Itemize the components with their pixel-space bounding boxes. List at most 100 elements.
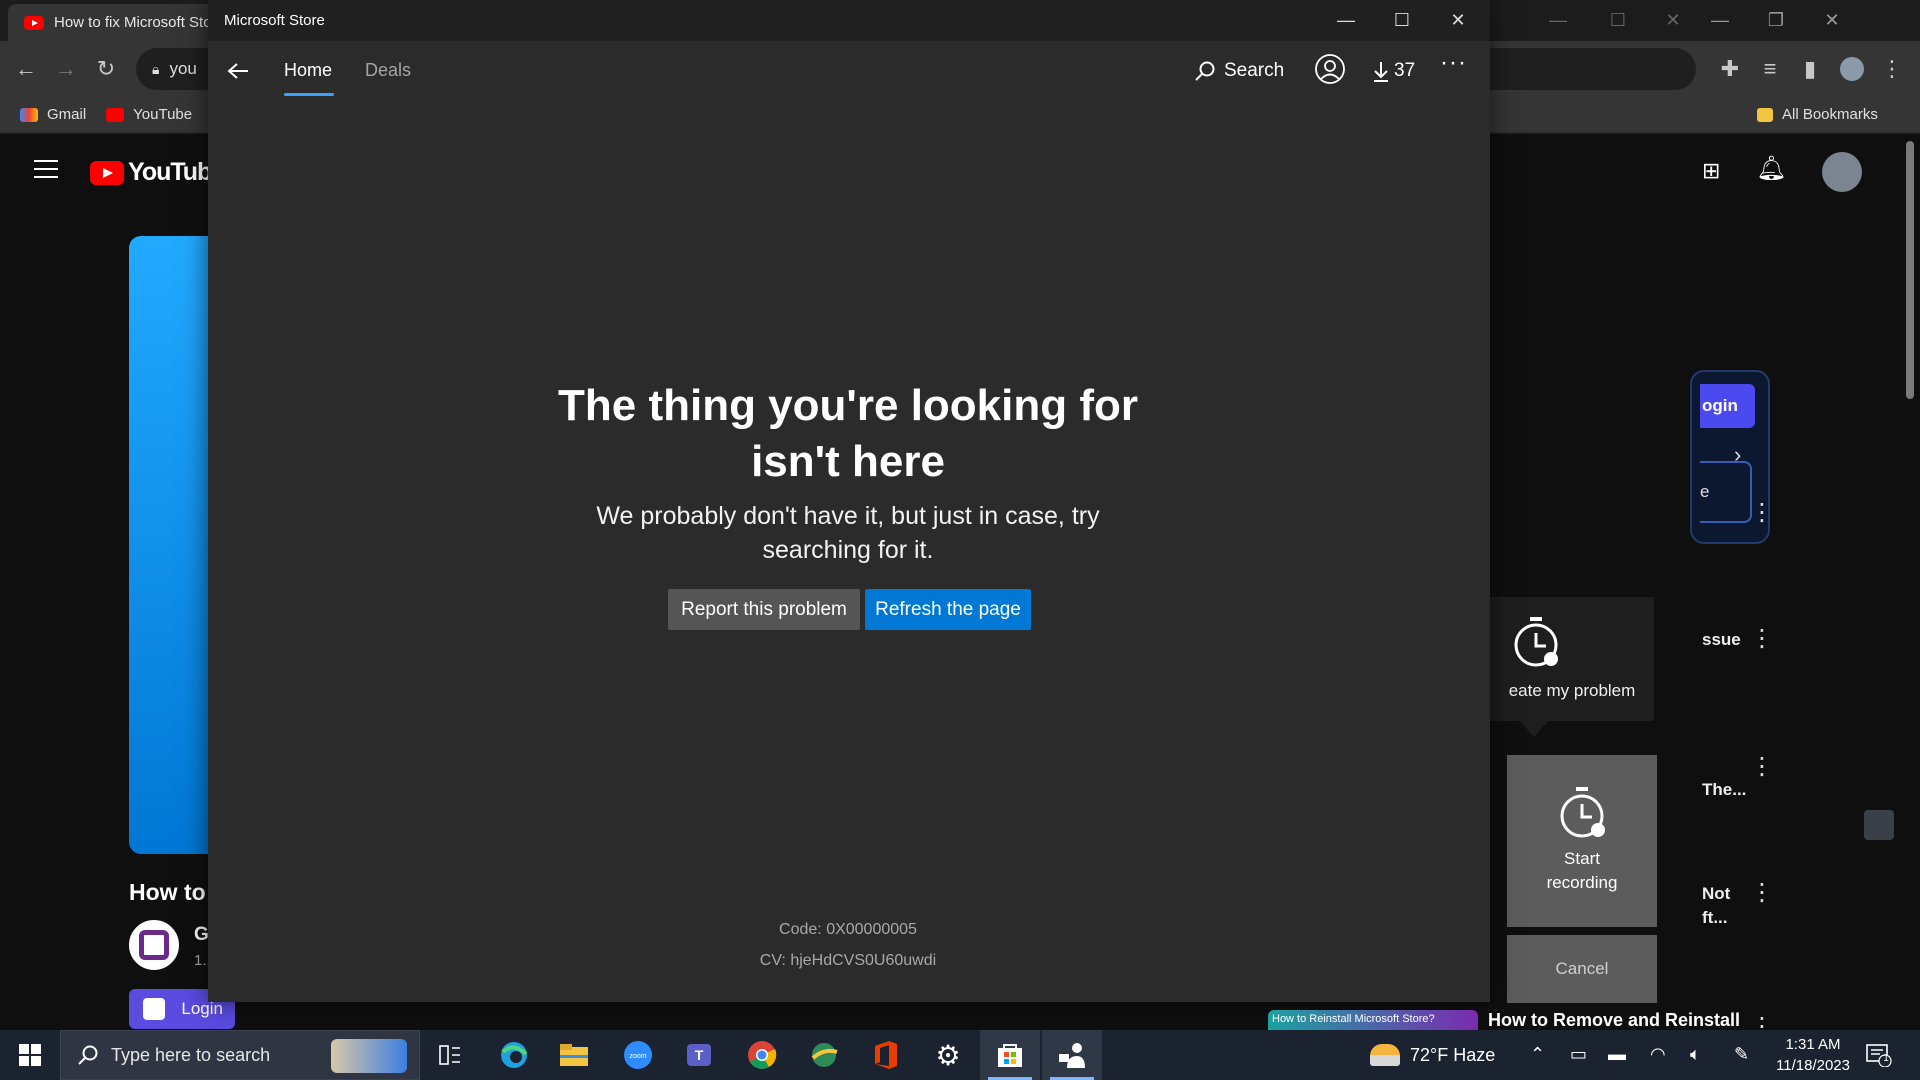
all-bookmarks[interactable]: All Bookmarks [1757, 106, 1878, 123]
chrome-close-button[interactable]: ✕ [1804, 0, 1860, 41]
bookmark-gmail-label: Gmail [47, 106, 87, 123]
login-bottom-label: Login [181, 999, 223, 1018]
channel-name[interactable]: G [194, 924, 209, 946]
address-bar-text: you [169, 59, 197, 78]
reload-icon[interactable]: ↻ [88, 51, 124, 87]
notifications-bell-icon[interactable]: 🔔︎ [1756, 154, 1786, 183]
report-problem-button[interactable]: Report this problem [668, 589, 860, 630]
more-options-icon[interactable]: ⋮ [1750, 755, 1774, 779]
youtube-icon [106, 107, 125, 122]
refresh-page-button[interactable]: Refresh the page [865, 589, 1031, 630]
start-recording-label-line1: Start [1564, 849, 1600, 868]
taskbar-internet-download-manager[interactable] [794, 1030, 854, 1080]
taskbar-clock[interactable]: 1:31 AM 11/18/2023 [1770, 1034, 1856, 1076]
channel-meta: 1. [194, 952, 207, 969]
suggested-video-title-bottom[interactable]: How to Remove and Reinstall [1488, 1010, 1740, 1031]
minimized-player-icon[interactable] [1864, 810, 1894, 840]
media-queue-icon[interactable]: ≡ [1752, 51, 1788, 87]
start-button[interactable] [0, 1030, 60, 1080]
chrome-menu-icon[interactable]: ⋮ [1874, 51, 1910, 87]
store-maximize-button[interactable]: ☐ [1374, 0, 1430, 41]
weather-haze-icon [1370, 1044, 1400, 1066]
suggested-video-title-1[interactable]: ssue [1702, 630, 1741, 650]
action-center-button[interactable]: 1 [1866, 1043, 1892, 1072]
youtube-favicon-icon [24, 15, 44, 30]
task-view-button[interactable] [420, 1030, 480, 1080]
chevron-right-icon[interactable]: › [1734, 442, 1741, 468]
taskbar-search-box[interactable]: Type here to search [60, 1030, 420, 1080]
side-outline-button-label: e [1700, 482, 1710, 501]
stopwatch-icon [1514, 617, 1558, 667]
suggested-video-thumbnail[interactable]: How to Reinstall Microsoft Store? [1268, 1010, 1478, 1030]
store-back-button[interactable] [218, 51, 258, 91]
taskbar-file-explorer[interactable] [544, 1030, 604, 1080]
zoom-icon: zoom [624, 1041, 652, 1069]
gear-icon: ⚙ [935, 1039, 961, 1071]
page-scrollbar[interactable] [1906, 141, 1914, 399]
bookmark-gmail[interactable]: Gmail [20, 106, 86, 123]
taskbar-microsoft-store[interactable] [980, 1030, 1040, 1080]
start-recording-button[interactable]: Start recording [1507, 755, 1657, 927]
youtube-logo[interactable]: YouTube [90, 158, 225, 187]
taskbar-edge[interactable] [484, 1030, 544, 1080]
channel-avatar[interactable] [129, 920, 179, 970]
taskbar-settings[interactable]: ⚙ [918, 1030, 978, 1080]
chrome-tab[interactable]: How to fix Microsoft Store [8, 4, 214, 41]
notification-count: 1 [1883, 1053, 1889, 1064]
profile-avatar-icon[interactable] [1834, 51, 1870, 87]
store-minimize-button[interactable]: — [1318, 0, 1374, 41]
meet-now-icon[interactable]: ▭ [1570, 1044, 1587, 1065]
download-arrow-icon [1374, 62, 1388, 82]
taskbar-search-placeholder: Type here to search [111, 1044, 271, 1065]
downloads-button[interactable]: 37 [1372, 55, 1415, 87]
tab-deals[interactable]: Deals [365, 60, 411, 81]
user-avatar[interactable] [1822, 152, 1862, 192]
tab-home-indicator [284, 93, 334, 96]
login-button-right[interactable]: ogin [1700, 384, 1755, 428]
teams-icon: T [687, 1044, 711, 1066]
taskbar-teams[interactable]: T [670, 1030, 730, 1080]
chrome-restore-button[interactable]: ❐ [1748, 0, 1804, 41]
volume-icon[interactable]: 🔈︎ [1690, 1044, 1701, 1065]
account-button[interactable] [1314, 53, 1346, 85]
pen-workspace-icon[interactable]: ✎ [1734, 1044, 1749, 1065]
start-recording-label-line2: recording [1546, 873, 1618, 892]
bookmark-youtube[interactable]: YouTube [106, 106, 192, 123]
taskbar-feedback-hub[interactable] [1042, 1030, 1102, 1080]
create-video-icon[interactable]: ⊞ [1702, 158, 1720, 184]
weather-widget[interactable]: 72°F Haze [1370, 1030, 1495, 1080]
error-subtitle: We probably don't have it, but just in c… [558, 499, 1138, 567]
video-title: How to [129, 879, 206, 905]
side-outline-button[interactable]: e [1700, 461, 1752, 523]
store-title-bar: Microsoft Store — ☐ ✕ [208, 0, 1490, 41]
wifi-icon[interactable]: ◠ [1650, 1044, 1666, 1065]
chrome-icon [748, 1041, 777, 1069]
more-options-icon[interactable]: ⋮ [1750, 881, 1774, 905]
tab-home[interactable]: Home [284, 60, 332, 81]
store-close-button[interactable]: ✕ [1430, 0, 1486, 41]
error-code: Code: 0X00000005 [779, 921, 917, 938]
battery-icon[interactable]: ▬ [1608, 1044, 1626, 1065]
taskbar-zoom[interactable]: zoom [608, 1030, 668, 1080]
cancel-recording-button[interactable]: Cancel [1507, 935, 1657, 1003]
hamburger-menu-icon[interactable] [34, 160, 58, 178]
suggested-video-title-3[interactable]: Not [1702, 884, 1730, 904]
gmail-icon [20, 107, 38, 122]
side-panel-icon[interactable]: ▮ [1792, 51, 1828, 87]
store-more-button[interactable]: ··· [1440, 49, 1467, 77]
back-arrow-icon[interactable]: ← [8, 51, 44, 87]
bookmark-youtube-label: YouTube [133, 106, 193, 123]
forward-arrow-icon[interactable]: → [48, 51, 84, 87]
store-search-button[interactable]: Search [1194, 55, 1284, 87]
extensions-puzzle-icon[interactable]: ✚ [1712, 51, 1748, 87]
more-options-icon[interactable]: ⋮ [1750, 501, 1774, 525]
show-hidden-icons-chevron-up-icon[interactable]: ⌃ [1530, 1044, 1545, 1065]
taskbar-chrome[interactable] [732, 1030, 792, 1080]
globe-download-icon [811, 1043, 838, 1067]
more-options-icon[interactable]: ⋮ [1750, 627, 1774, 651]
suggested-video-title-2[interactable]: The... [1702, 780, 1746, 800]
suggested-video-title-3b[interactable]: ft... [1702, 908, 1728, 928]
taskbar-office[interactable] [856, 1030, 916, 1080]
login-icon [143, 998, 165, 1020]
folder-icon [1757, 107, 1773, 122]
